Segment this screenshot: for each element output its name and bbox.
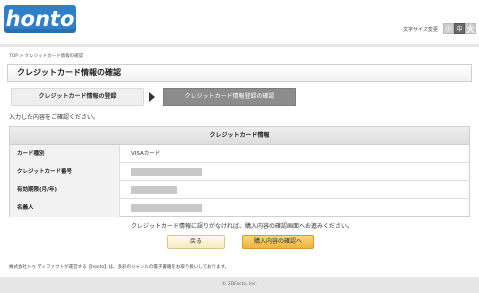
font-size-switcher: 小 中 大 xyxy=(443,23,476,34)
card-info-table: クレジットカード情報 カード種別 VISAカード クレジットカード番号 有効期限… xyxy=(9,126,470,217)
card-type-value: VISAカード xyxy=(131,151,161,157)
footer-bar: © 2DFacto, Inc. xyxy=(0,277,479,293)
table-row-expiry: 有効期限(月/年) xyxy=(10,181,469,199)
instruction-text: 入力した内容をご確認ください。 xyxy=(9,114,100,121)
step-confirm-active: クレジットカード情報登録の確認 xyxy=(163,88,296,106)
card-number-masked xyxy=(131,168,202,176)
page-title: クレジットカード情報の確認 xyxy=(17,68,121,77)
copyright: © 2DFacto, Inc. xyxy=(221,282,258,287)
expiry-masked xyxy=(131,186,177,194)
breadcrumb[interactable]: TOP > クレジットカード情報の確認 xyxy=(9,53,83,59)
table-row-card-number: クレジットカード番号 xyxy=(10,163,469,181)
holder-name-masked xyxy=(131,204,202,212)
table-row-holder: 名義人 xyxy=(10,199,469,217)
table-row-card-type: カード種別 VISAカード xyxy=(10,145,469,163)
font-size-medium-button[interactable]: 中 xyxy=(454,23,465,34)
page-title-box: クレジットカード情報の確認 xyxy=(7,64,472,82)
font-size-large-button[interactable]: 大 xyxy=(465,23,476,34)
table-header: クレジットカード情報 xyxy=(10,127,469,145)
step-register: クレジットカード情報の登録 xyxy=(11,88,144,106)
step-arrow-icon xyxy=(149,92,155,102)
row-label: 名義人 xyxy=(10,199,120,217)
site-header: honto 文字サイズ変更 小 中 大 xyxy=(0,0,479,44)
footer-note: 株式会社トゥ ディファクトが運営する【honto】は、多彩のジャンルの電子書籍を… xyxy=(9,265,230,270)
confirm-message: クレジットカード情報に誤りがなければ、購入内容の確認画面へお進みください。 xyxy=(131,223,354,230)
row-label: クレジットカード番号 xyxy=(10,163,120,181)
row-label: 有効期限(月/年) xyxy=(10,181,120,199)
font-size-label: 文字サイズ変更 xyxy=(403,27,438,33)
honto-logo[interactable]: honto xyxy=(4,5,76,33)
back-button[interactable]: 戻る xyxy=(167,235,225,249)
logo-text: honto xyxy=(5,7,75,31)
row-label: カード種別 xyxy=(10,145,120,163)
font-size-small-button[interactable]: 小 xyxy=(443,23,454,34)
proceed-to-confirm-button[interactable]: 購入内容の確認へ xyxy=(242,235,314,249)
header-divider xyxy=(0,44,479,47)
